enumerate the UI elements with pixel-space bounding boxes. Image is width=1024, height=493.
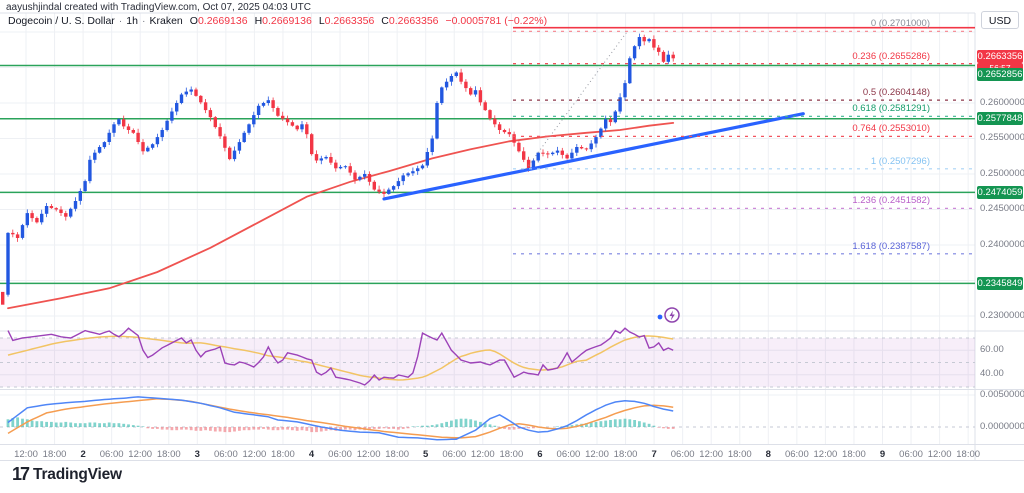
ohlc-item: H0.2669136 [255, 15, 312, 27]
interval-label: 1h [126, 15, 138, 27]
replay-icon[interactable] [656, 305, 684, 327]
change-value: −0.0005781 (−0.22%) [446, 15, 548, 27]
level-price-label: 0.2345849 [977, 277, 1023, 290]
bolt-icon [670, 311, 675, 321]
price-tick: 0.2300000 [980, 310, 1024, 321]
symbol-title[interactable]: Dogecoin / U. S. Dollar [8, 15, 115, 27]
exchange-label: Kraken [149, 15, 182, 27]
legend-separator: · [119, 15, 123, 27]
price-tick: 0.2600000 [980, 97, 1024, 108]
price-tick: 60.00 [980, 344, 1004, 355]
tradingview-wordmark: TradingView [33, 466, 122, 484]
ohlc-item: O0.2669136 [190, 15, 248, 27]
level-price-label: 0.2577848 [977, 112, 1023, 125]
fib-level-label: 0 (0.2701000) [871, 19, 930, 29]
fib-level-label: 1.618 (0.2387587) [852, 242, 930, 252]
fib-level-label: 0.764 (0.2553010) [852, 124, 930, 134]
ohlc-item: C0.2663356 [381, 15, 438, 27]
last-price-label: 0.2663356 [977, 50, 1023, 63]
fib-level-label: 0.236 (0.2655286) [852, 52, 930, 62]
tradingview-mark-icon: 17 [12, 464, 28, 485]
price-tick: 0.2400000 [980, 239, 1024, 250]
ohlc-item: L0.2663356 [319, 15, 374, 27]
price-tick: 40.00 [980, 368, 1004, 379]
price-tick: 0.2500000 [980, 168, 1024, 179]
ohlc-values: O0.2669136 H0.2669136 L0.2663356 C0.2663356… [183, 15, 547, 27]
level-price-label: 0.2652856 [977, 68, 1023, 81]
price-tick: 0.0000000 [980, 421, 1024, 432]
tradingview-logo[interactable]: 17 TradingView [12, 464, 122, 485]
price-tick: 0.0050000 [980, 389, 1024, 400]
fib-level-label: 1 (0.2507296) [871, 157, 930, 167]
legend-separator: · [142, 15, 146, 27]
currency-button[interactable]: USD [981, 11, 1019, 29]
dot-icon [658, 315, 663, 320]
time-tick: 18:00 [951, 449, 985, 460]
fib-level-label: 0.618 (0.2581291) [852, 104, 930, 114]
price-tick: 0.2550000 [980, 132, 1024, 143]
chart-root: aayushjindal created with TradingView.co… [0, 0, 1024, 493]
symbol-legend[interactable]: Dogecoin / U. S. Dollar·1h·KrakenO0.2669… [8, 15, 547, 27]
level-price-label: 0.2474059 [977, 186, 1023, 199]
fib-level-label: 1.236 (0.2451582) [852, 196, 930, 206]
price-tick: 0.2450000 [980, 203, 1024, 214]
fib-level-label: 0.5 (0.2604148) [863, 88, 930, 98]
